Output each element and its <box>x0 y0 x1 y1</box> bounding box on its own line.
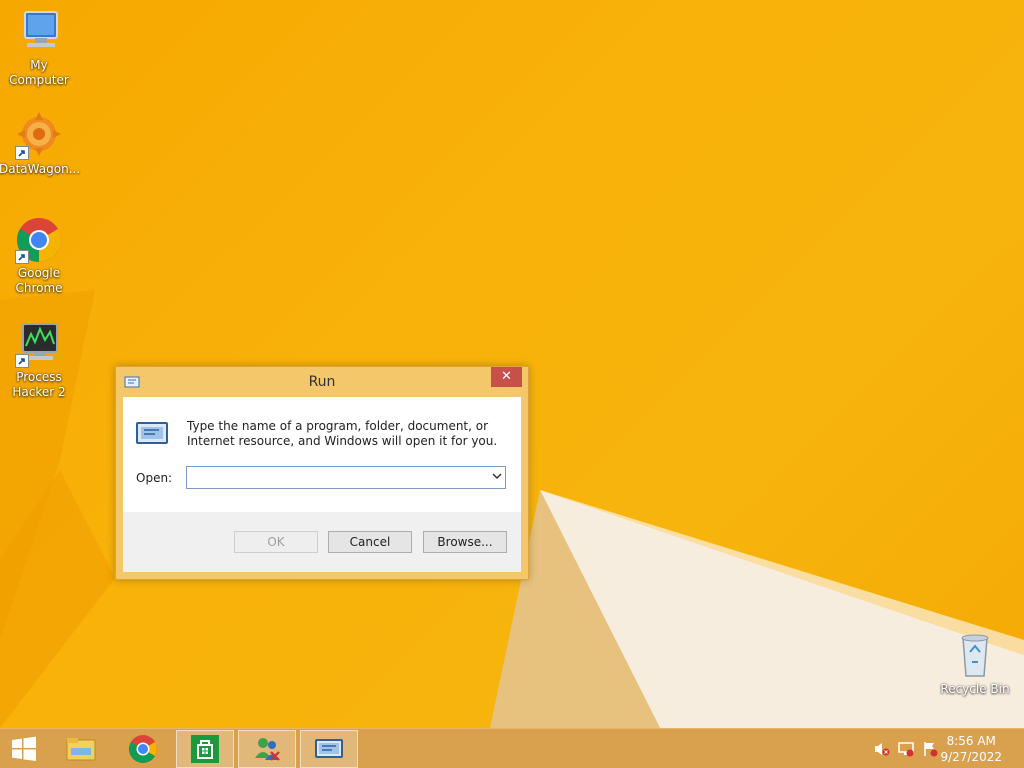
run-titlebar[interactable]: Run ✕ <box>116 367 528 397</box>
taskbar-google-chrome[interactable] <box>114 730 172 768</box>
desktop-icon-label: Recycle Bin <box>940 682 1010 696</box>
wallpaper-shapes <box>0 290 1024 728</box>
recycle-bin-icon <box>951 632 999 680</box>
taskbar-network[interactable] <box>238 730 296 768</box>
desktop-icon-label: Google Chrome <box>15 266 63 295</box>
desktop-icon-datawagon[interactable]: DataWagon... <box>0 112 81 177</box>
computer-icon <box>15 8 63 56</box>
run-dialog-body: Type the name of a program, folder, docu… <box>123 397 521 572</box>
close-icon: ✕ <box>501 369 512 384</box>
run-program-icon <box>135 421 169 450</box>
desktop-icon-label: Process Hacker 2 <box>12 370 66 399</box>
taskbar-file-explorer[interactable] <box>52 730 110 768</box>
run-dialog: Run ✕ Type the name of a program, folder… <box>115 366 529 580</box>
browse-button[interactable]: Browse... <box>423 531 507 553</box>
close-button[interactable]: ✕ <box>491 367 522 387</box>
clock-date: 9/27/2022 <box>940 750 1002 764</box>
open-input[interactable] <box>189 468 485 485</box>
desktop-icon-google-chrome[interactable]: Google Chrome <box>0 216 79 296</box>
desktop-icon-my-computer[interactable]: My Computer <box>0 8 79 88</box>
chevron-down-icon[interactable] <box>491 470 503 485</box>
windows-logo-icon <box>12 736 36 761</box>
desktop-icon-process-hacker[interactable]: Process Hacker 2 <box>0 320 79 400</box>
datawagon-icon <box>15 112 63 160</box>
run-description: Type the name of a program, folder, docu… <box>187 419 498 448</box>
shortcut-arrow-icon <box>15 146 29 160</box>
clock-time: 8:56 AM <box>946 734 996 748</box>
system-clock[interactable]: 8:56 AM 9/27/2022 <box>940 733 1002 765</box>
volume-muted-icon[interactable] <box>874 741 890 757</box>
open-label: Open: <box>136 471 173 485</box>
network-users-icon <box>255 738 280 761</box>
desktop: My Computer DataWagon... Google Chrome P… <box>0 0 1024 728</box>
desktop-icon-label: DataWagon... <box>0 162 81 176</box>
shortcut-arrow-icon <box>15 250 29 264</box>
desktop-icon-recycle-bin[interactable]: Recycle Bin <box>935 632 1015 697</box>
dialog-title: Run <box>308 374 336 390</box>
chrome-icon <box>15 216 63 264</box>
open-combobox[interactable] <box>186 466 506 489</box>
taskbar: 8:56 AM 9/27/2022 <box>0 728 1024 768</box>
shortcut-arrow-icon <box>15 354 29 368</box>
start-button[interactable] <box>0 730 48 768</box>
action-center-flag-icon[interactable] <box>922 741 938 757</box>
cancel-button[interactable]: Cancel <box>328 531 412 553</box>
ok-button[interactable]: OK <box>234 531 318 553</box>
chrome-icon <box>129 735 157 763</box>
process-hacker-icon <box>15 320 63 368</box>
network-status-icon[interactable] <box>898 741 914 757</box>
taskbar-run[interactable] <box>300 730 358 768</box>
desktop-icon-label: My Computer <box>9 58 69 87</box>
taskbar-store[interactable] <box>176 730 234 768</box>
folder-icon <box>66 738 96 761</box>
run-icon <box>315 739 343 758</box>
store-icon <box>191 735 219 763</box>
